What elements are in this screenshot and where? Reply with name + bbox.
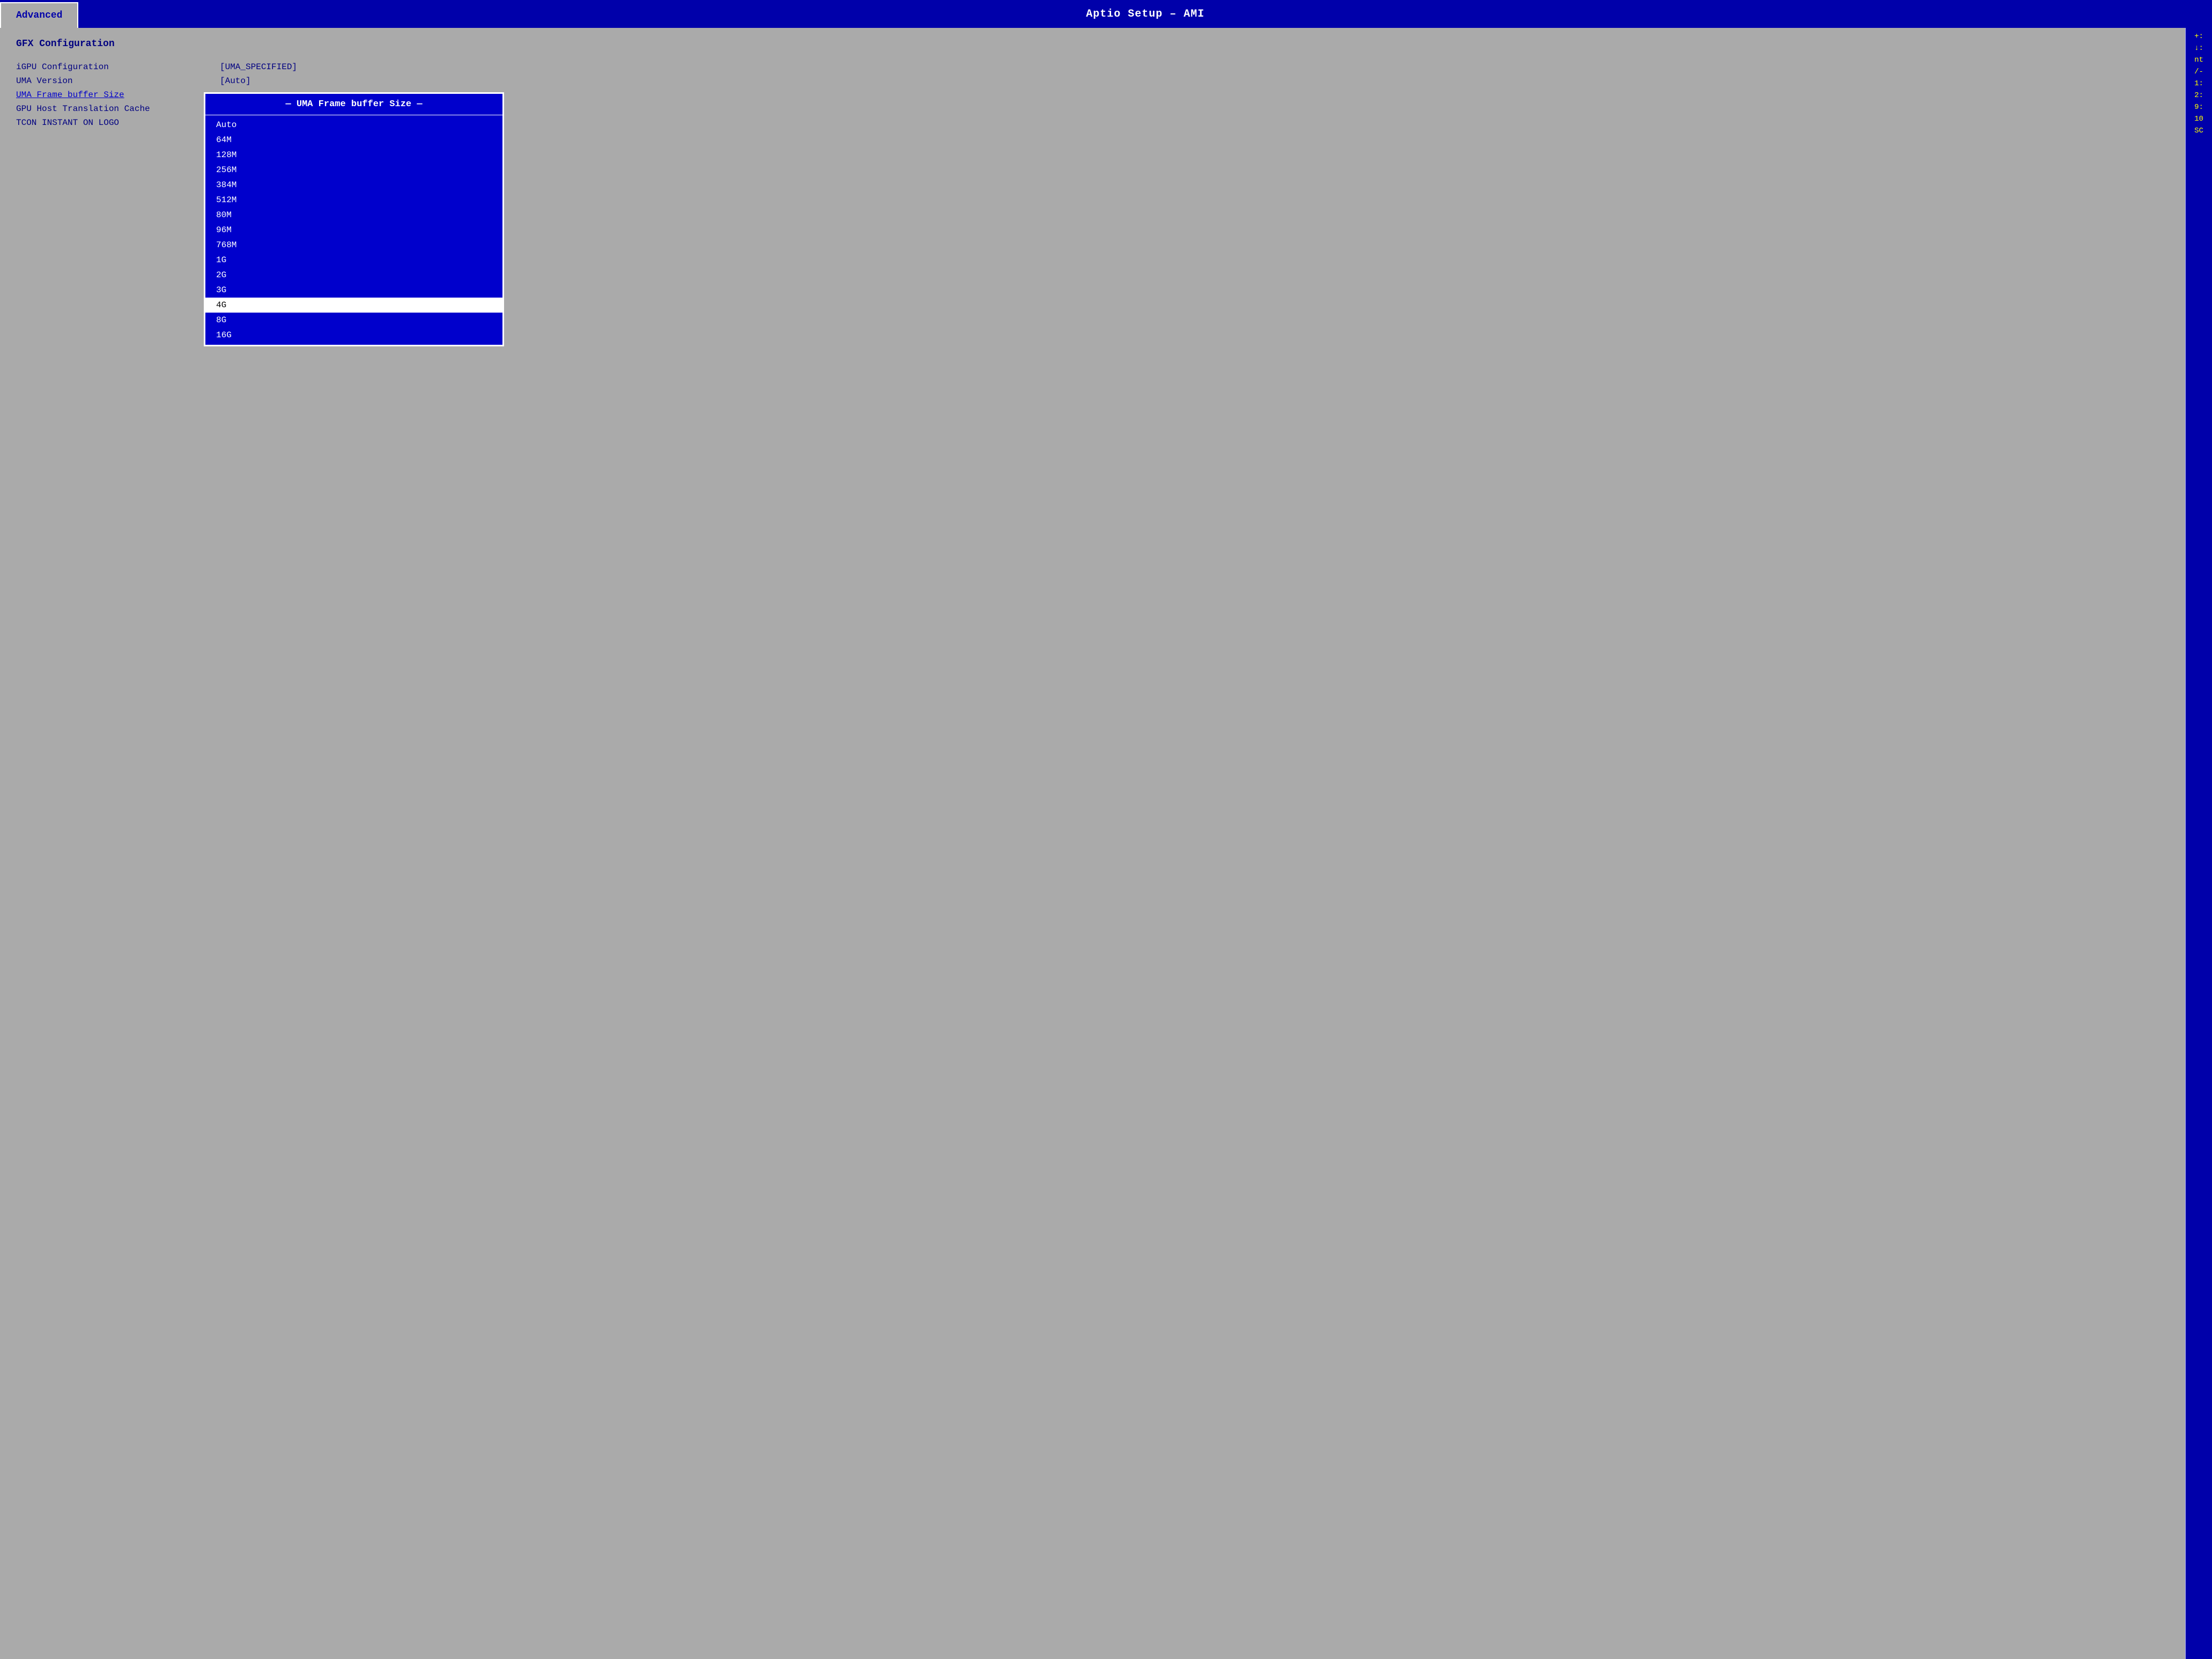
- option-3g[interactable]: 3G: [205, 283, 502, 298]
- option-16g[interactable]: 16G: [205, 328, 502, 343]
- option-8g[interactable]: 8G: [205, 313, 502, 328]
- sidebar-key-9: 9:: [2194, 103, 2203, 112]
- option-2g[interactable]: 2G: [205, 268, 502, 283]
- dropdown-title: UMA Frame buffer Size: [205, 94, 502, 115]
- menu-row-igpu[interactable]: iGPU Configuration [UMA_SPECIFIED]: [16, 62, 2169, 72]
- main-area: GFX Configuration iGPU Configuration [UM…: [0, 28, 2212, 1659]
- sidebar-key-sc: SC: [2194, 127, 2203, 135]
- sidebar-key-slash: /-: [2194, 68, 2203, 76]
- uma-version-value: [Auto]: [220, 76, 251, 86]
- tab-advanced[interactable]: Advanced: [0, 2, 78, 28]
- sidebar-key-10: 10: [2194, 115, 2203, 123]
- sidebar-key-1: 1:: [2194, 79, 2203, 88]
- option-512m[interactable]: 512M: [205, 192, 502, 208]
- sidebar-key-2: 2:: [2194, 91, 2203, 100]
- header-title: Aptio Setup – AMI: [78, 0, 2212, 28]
- dropdown-options: Auto 64M 128M 256M 384M 512M 80M 96M 768…: [205, 115, 502, 345]
- sidebar-panel: +: ↓: nt /- 1: 2: 9: 10 SC: [2185, 28, 2212, 1659]
- menu-row-uma-version[interactable]: UMA Version [Auto]: [16, 76, 2169, 86]
- option-64m[interactable]: 64M: [205, 132, 502, 147]
- option-80m[interactable]: 80M: [205, 208, 502, 223]
- igpu-value: [UMA_SPECIFIED]: [220, 62, 297, 72]
- option-128m[interactable]: 128M: [205, 147, 502, 162]
- option-4g[interactable]: 4G: [205, 298, 502, 313]
- uma-framebuffer-label: UMA Frame buffer Size: [16, 90, 220, 100]
- option-768m[interactable]: 768M: [205, 238, 502, 253]
- uma-version-label: UMA Version: [16, 76, 220, 86]
- section-title: GFX Configuration: [16, 39, 2169, 49]
- option-256m[interactable]: 256M: [205, 162, 502, 177]
- option-1g[interactable]: 1G: [205, 253, 502, 268]
- option-384m[interactable]: 384M: [205, 177, 502, 192]
- tcon-label: TCON INSTANT ON LOGO: [16, 118, 220, 128]
- option-auto[interactable]: Auto: [205, 117, 502, 132]
- sidebar-key-plus: +:: [2194, 32, 2203, 41]
- sidebar-key-nt: nt: [2194, 56, 2203, 64]
- dropdown-popup: UMA Frame buffer Size Auto 64M 128M 256M…: [204, 92, 504, 346]
- sidebar-key-down: ↓:: [2194, 44, 2203, 53]
- gpu-htc-label: GPU Host Translation Cache: [16, 104, 220, 114]
- header-bar: Advanced Aptio Setup – AMI: [0, 0, 2212, 28]
- igpu-label: iGPU Configuration: [16, 62, 220, 72]
- option-96m[interactable]: 96M: [205, 223, 502, 238]
- content-panel: GFX Configuration iGPU Configuration [UM…: [0, 28, 2185, 1659]
